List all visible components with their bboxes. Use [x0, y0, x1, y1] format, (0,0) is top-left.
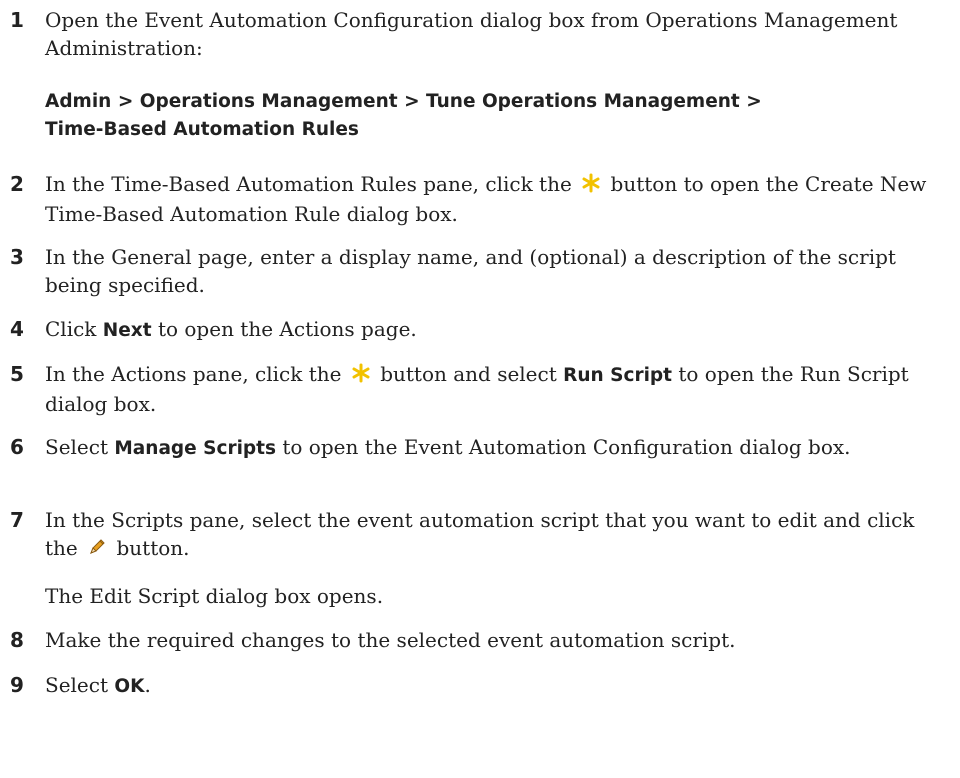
step-number: 7 — [10, 508, 24, 532]
step-number: 1 — [10, 8, 24, 32]
step-4: 4 Click Next to open the Actions page. — [10, 315, 950, 345]
step-7-result-note: The Edit Script dialog box opens. — [45, 584, 384, 608]
step-text: In the General page, enter a display nam… — [45, 245, 896, 297]
step-1: 1 Open the Event Automation Configuratio… — [10, 6, 950, 62]
nav-separator: > — [746, 91, 762, 112]
pencil-edit-icon — [87, 536, 107, 564]
step-text-post: to open the Actions page. — [157, 317, 417, 341]
step-9: 9 Select OK. — [10, 671, 950, 701]
nav-separator: > — [404, 91, 420, 112]
step-2: 2 In the Time-Based Automation Rules pan… — [10, 170, 950, 228]
step-text: Open the Event Automation Configuration … — [45, 8, 898, 60]
step-text-post: . — [144, 673, 151, 697]
step-text-pre: In the Actions pane, click the — [45, 362, 342, 386]
new-asterisk-icon — [351, 362, 371, 390]
step-number: 8 — [10, 628, 24, 652]
procedure-document: 1 Open the Event Automation Configuratio… — [0, 0, 960, 778]
step-number: 3 — [10, 245, 24, 269]
run-script-reference: Run Script — [563, 365, 672, 386]
step-7: 7 In the Scripts pane, select the event … — [10, 506, 950, 564]
step-number: 9 — [10, 673, 24, 697]
step-text-mid: button and select — [380, 362, 557, 386]
next-button-reference: Next — [102, 320, 152, 341]
nav-path-admin: Admin — [45, 91, 112, 112]
step-5: 5 In the Actions pane, click the button … — [10, 360, 950, 418]
nav-path-time-based-automation-rules: Time-Based Automation Rules — [45, 119, 359, 140]
step-text-pre: In the Time-Based Automation Rules pane,… — [45, 172, 572, 196]
step-number: 2 — [10, 172, 24, 196]
step-number: 4 — [10, 317, 24, 341]
nav-separator: > — [117, 91, 134, 112]
nav-path-operations-management: Operations Management — [139, 91, 398, 112]
step-6: 6 Select Manage Scripts to open the Even… — [10, 433, 950, 463]
manage-scripts-reference: Manage Scripts — [114, 438, 277, 459]
nav-path-tune-operations-management: Tune Operations Management — [426, 91, 740, 112]
step-text-post: button. — [116, 536, 190, 560]
step-8: 8 Make the required changes to the selec… — [10, 626, 950, 654]
step-3: 3 In the General page, enter a display n… — [10, 243, 950, 299]
step-text-post: to open the Event Automation Configurati… — [282, 435, 851, 459]
step-text: Make the required changes to the selecte… — [45, 628, 736, 652]
step-text-pre: Select — [45, 435, 109, 459]
new-asterisk-icon — [581, 172, 601, 200]
step-number: 6 — [10, 435, 24, 459]
step-text-pre: Click — [45, 317, 97, 341]
step-text-pre: Select — [45, 673, 109, 697]
ok-button-reference: OK — [114, 676, 145, 697]
step-number: 5 — [10, 362, 24, 386]
navigation-path: Admin > Operations Management > Tune Ope… — [10, 88, 950, 144]
